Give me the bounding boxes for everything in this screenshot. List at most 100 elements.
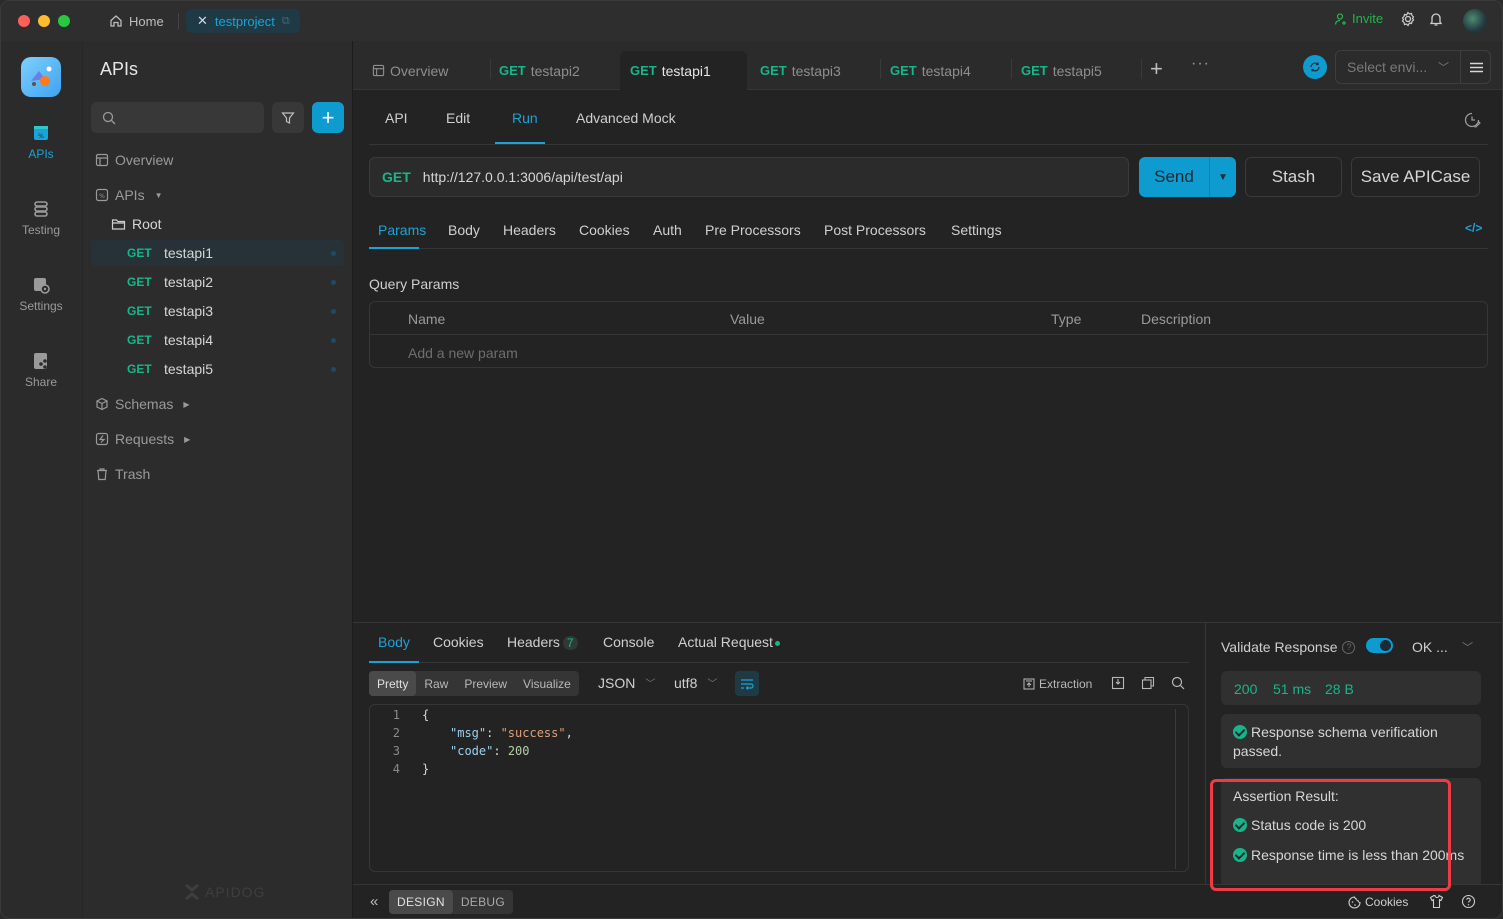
avatar[interactable] xyxy=(1463,9,1487,33)
external-link-icon[interactable]: ⧉ xyxy=(282,15,290,28)
search-icon[interactable] xyxy=(1171,676,1185,690)
tab-cookies[interactable]: Cookies xyxy=(579,222,630,238)
endpoint-name: testapi1 xyxy=(164,245,214,261)
url-input[interactable]: GET http://127.0.0.1:3006/api/test/api xyxy=(369,157,1129,197)
collapse-sidebar-icon[interactable]: « xyxy=(370,893,378,910)
format-visualize[interactable]: Visualize xyxy=(515,671,579,696)
tab-auth[interactable]: Auth xyxy=(653,222,682,238)
close-window-button[interactable] xyxy=(18,15,30,27)
response-body-editor[interactable]: 1 { 2 "msg": "success", 3 "code": 200 4 … xyxy=(369,704,1189,872)
more-icon[interactable]: ··· xyxy=(1191,55,1210,73)
tab-response-headers[interactable]: Headers 7 xyxy=(507,634,578,650)
sidebar-item-overview[interactable]: Overview xyxy=(95,147,173,173)
chevron-down-icon[interactable]: ﹀ xyxy=(1462,639,1473,655)
add-button[interactable]: + xyxy=(312,102,344,133)
encoding-select[interactable]: utf8 ﹀ xyxy=(674,675,717,691)
tab-response-body[interactable]: Body xyxy=(378,634,410,650)
bell-icon[interactable] xyxy=(1428,11,1444,27)
sidebar-item-apis[interactable]: % APIs ▼ xyxy=(95,182,163,208)
mode-debug[interactable]: DEBUG xyxy=(453,890,513,914)
close-icon[interactable]: ✕ xyxy=(197,13,208,29)
stash-button[interactable]: Stash xyxy=(1245,157,1342,197)
folder-root[interactable]: Root xyxy=(111,211,162,237)
file-tab[interactable]: GET testapi5 xyxy=(1021,51,1102,90)
save-response-icon[interactable] xyxy=(1111,676,1125,690)
help-icon[interactable] xyxy=(1461,894,1476,909)
home-tab-label: Home xyxy=(129,13,164,29)
filter-button[interactable] xyxy=(272,102,304,133)
add-param-input[interactable]: Add a new param xyxy=(408,345,518,361)
format-raw[interactable]: Raw xyxy=(416,671,456,696)
endpoint-item[interactable]: GET testapi1 xyxy=(91,240,344,266)
mode-design[interactable]: DESIGN xyxy=(389,890,453,914)
file-tab[interactable]: GET testapi2 xyxy=(499,51,580,90)
new-tab-plus-icon[interactable]: + xyxy=(1150,58,1163,80)
tab-post-processors[interactable]: Post Processors xyxy=(824,222,926,238)
endpoint-item[interactable]: GET testapi5 xyxy=(91,356,344,382)
endpoint-item[interactable]: GET testapi2 xyxy=(91,269,344,295)
rail-item-share[interactable]: Share xyxy=(1,351,81,389)
send-dropdown-chevron-icon[interactable]: ▼ xyxy=(1209,157,1236,197)
tab-settings[interactable]: Settings xyxy=(951,222,1002,238)
rail-item-settings[interactable]: Settings xyxy=(1,275,81,313)
endpoint-item[interactable]: GET testapi4 xyxy=(91,327,344,353)
sidebar-item-trash[interactable]: Trash xyxy=(95,461,150,487)
format-preview[interactable]: Preview xyxy=(456,671,515,696)
file-tab-overview[interactable]: Overview xyxy=(372,51,448,90)
tab-params[interactable]: Params xyxy=(378,222,426,238)
history-icon[interactable] xyxy=(1463,111,1481,129)
project-tab[interactable]: ✕ testproject ⧉ xyxy=(186,9,300,33)
search-input[interactable] xyxy=(91,102,264,133)
theme-shirt-icon[interactable] xyxy=(1429,894,1444,909)
validate-toggle[interactable] xyxy=(1366,638,1393,653)
environment-menu-button[interactable] xyxy=(1460,51,1491,83)
tab-actual-request[interactable]: Actual Request xyxy=(678,634,780,650)
rail-item-testing[interactable]: Testing xyxy=(1,199,81,237)
editor-scrollbar[interactable] xyxy=(1175,709,1176,869)
tab-advanced-mock[interactable]: Advanced Mock xyxy=(576,110,676,126)
caret-right-icon: ▶ xyxy=(183,399,190,409)
tab-api[interactable]: API xyxy=(385,110,408,126)
sidebar-item-schemas[interactable]: Schemas ▶ xyxy=(95,391,190,417)
minimize-window-button[interactable] xyxy=(38,15,50,27)
help-icon[interactable]: ? xyxy=(1342,640,1356,654)
tab-headers[interactable]: Headers xyxy=(503,222,556,238)
extraction-button[interactable]: Extraction xyxy=(1023,677,1092,691)
response-panel: Body Cookies Headers 7 Console Actual Req… xyxy=(353,622,1205,884)
save-apicase-button[interactable]: Save APICase xyxy=(1351,157,1480,197)
rail-item-apis[interactable]: % APIs xyxy=(1,123,81,161)
status-dot xyxy=(331,308,336,314)
cube-icon xyxy=(96,397,108,411)
send-button[interactable]: Send ▼ xyxy=(1139,157,1236,197)
home-tab[interactable]: Home xyxy=(109,9,164,33)
tab-body[interactable]: Body xyxy=(448,222,480,238)
endpoint-item[interactable]: GET testapi3 xyxy=(91,298,344,324)
method-select[interactable]: GET xyxy=(382,169,411,185)
maximize-window-button[interactable] xyxy=(58,15,70,27)
copy-icon[interactable] xyxy=(1141,676,1155,690)
wrap-lines-button[interactable] xyxy=(735,671,759,696)
environment-select[interactable]: Select envi... ﹀ xyxy=(1335,50,1491,84)
settings-icon[interactable] xyxy=(1400,11,1416,27)
file-tab[interactable]: GET testapi4 xyxy=(890,51,971,90)
active-tab-indicator xyxy=(369,661,419,663)
invite-button[interactable]: Invite xyxy=(1334,11,1383,26)
format-pretty[interactable]: Pretty xyxy=(369,671,417,696)
tab-run[interactable]: Run xyxy=(512,110,538,126)
language-select[interactable]: JSON ﹀ xyxy=(598,675,655,691)
response-select[interactable]: OK ... xyxy=(1412,639,1448,655)
file-tab-active[interactable]: GET testapi1 xyxy=(620,51,747,90)
divider xyxy=(1141,59,1142,79)
sidebar-item-requests[interactable]: Requests ▶ xyxy=(95,426,190,452)
method-badge: GET xyxy=(1021,63,1048,78)
tab-pre-processors[interactable]: Pre Processors xyxy=(705,222,801,238)
tab-edit[interactable]: Edit xyxy=(446,110,470,126)
tab-response-cookies[interactable]: Cookies xyxy=(433,634,484,650)
cookies-button[interactable]: Cookies xyxy=(1348,895,1408,909)
sync-env-button[interactable] xyxy=(1303,55,1327,79)
tab-response-console[interactable]: Console xyxy=(603,634,654,650)
file-tab[interactable]: GET testapi3 xyxy=(760,51,841,90)
code-icon[interactable]: </> xyxy=(1465,221,1482,235)
sidebar-item-label: Requests xyxy=(115,431,175,447)
response-tab-bar: Body Cookies Headers 7 Console Actual Req… xyxy=(369,623,1189,663)
